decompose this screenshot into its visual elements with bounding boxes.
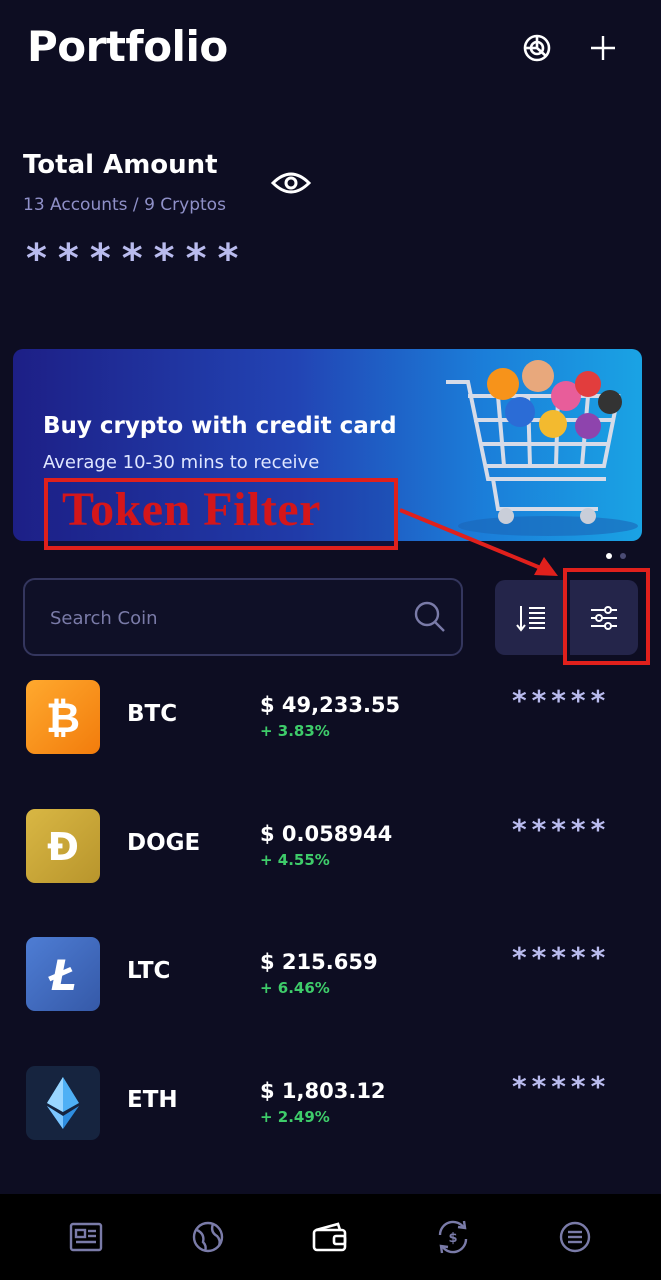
coin-change: + 6.46% <box>260 979 330 997</box>
coin-symbol: DOGE <box>127 830 201 856</box>
page-title: Portfolio <box>27 22 228 71</box>
search-icon[interactable] <box>413 600 447 634</box>
coin-balance-hidden: ***** <box>512 1070 611 1103</box>
search-box <box>23 578 463 656</box>
eye-icon[interactable] <box>268 165 314 201</box>
coin-change: + 4.55% <box>260 851 330 869</box>
pagination-dot <box>620 553 626 559</box>
svg-text:Ð: Ð <box>47 825 79 869</box>
coin-row-ltc[interactable]: Ł LTC $ 215.659 + 6.46% ***** <box>0 937 661 1057</box>
coin-row-btc[interactable]: ₿ BTC $ 49,233.55 + 3.83% ***** <box>0 680 661 800</box>
litecoin-icon: Ł <box>26 937 100 1011</box>
coin-row-eth[interactable]: ETH $ 1,803.12 + 2.49% ***** <box>0 1066 661 1186</box>
dogecoin-icon: Ð <box>26 809 100 883</box>
banner-subtitle: Average 10-30 mins to receive <box>43 452 320 473</box>
news-icon[interactable] <box>56 1207 116 1267</box>
bottom-nav: $ <box>0 1194 661 1280</box>
bitcoin-icon: ₿ <box>26 680 100 754</box>
banner-pagination <box>606 553 626 559</box>
wallet-icon[interactable] <box>300 1207 360 1267</box>
pie-chart-icon[interactable] <box>519 30 555 66</box>
annotation-arrow-icon <box>399 508 558 576</box>
markets-icon[interactable] <box>178 1207 238 1267</box>
sort-icon <box>516 605 545 632</box>
coin-price: $ 0.058944 <box>260 822 393 846</box>
plus-icon[interactable] <box>585 30 621 66</box>
coin-change: + 3.83% <box>260 722 330 740</box>
pagination-dot-active <box>606 553 612 559</box>
total-amount-hidden: ******* <box>26 236 250 282</box>
svg-text:Ł: Ł <box>48 951 77 999</box>
coin-symbol: LTC <box>127 958 171 984</box>
sort-button[interactable] <box>495 580 567 655</box>
coin-symbol: ETH <box>127 1087 178 1113</box>
token-filter-annotation-label: Token Filter <box>62 483 321 536</box>
coin-symbol: BTC <box>127 701 178 727</box>
coin-price: $ 49,233.55 <box>260 693 401 717</box>
svg-text:₿: ₿ <box>46 693 80 742</box>
coin-change: + 2.49% <box>260 1108 330 1126</box>
coin-balance-hidden: ***** <box>512 813 611 846</box>
accounts-summary: 13 Accounts / 9 Cryptos <box>23 195 226 215</box>
coin-price: $ 1,803.12 <box>260 1079 386 1103</box>
search-input[interactable] <box>50 600 390 636</box>
coin-balance-hidden: ***** <box>512 941 611 974</box>
ethereum-icon <box>26 1066 100 1140</box>
menu-icon[interactable] <box>545 1207 605 1267</box>
svg-text:$: $ <box>448 1231 457 1246</box>
coin-balance-hidden: ***** <box>512 684 611 717</box>
total-amount-label: Total Amount <box>23 150 218 180</box>
coin-row-doge[interactable]: Ð DOGE $ 0.058944 + 4.55% ***** <box>0 809 661 929</box>
token-filter-highlight <box>563 568 650 665</box>
banner-title: Buy crypto with credit card <box>43 413 397 439</box>
swap-icon[interactable]: $ <box>423 1207 483 1267</box>
coin-price: $ 215.659 <box>260 950 378 974</box>
